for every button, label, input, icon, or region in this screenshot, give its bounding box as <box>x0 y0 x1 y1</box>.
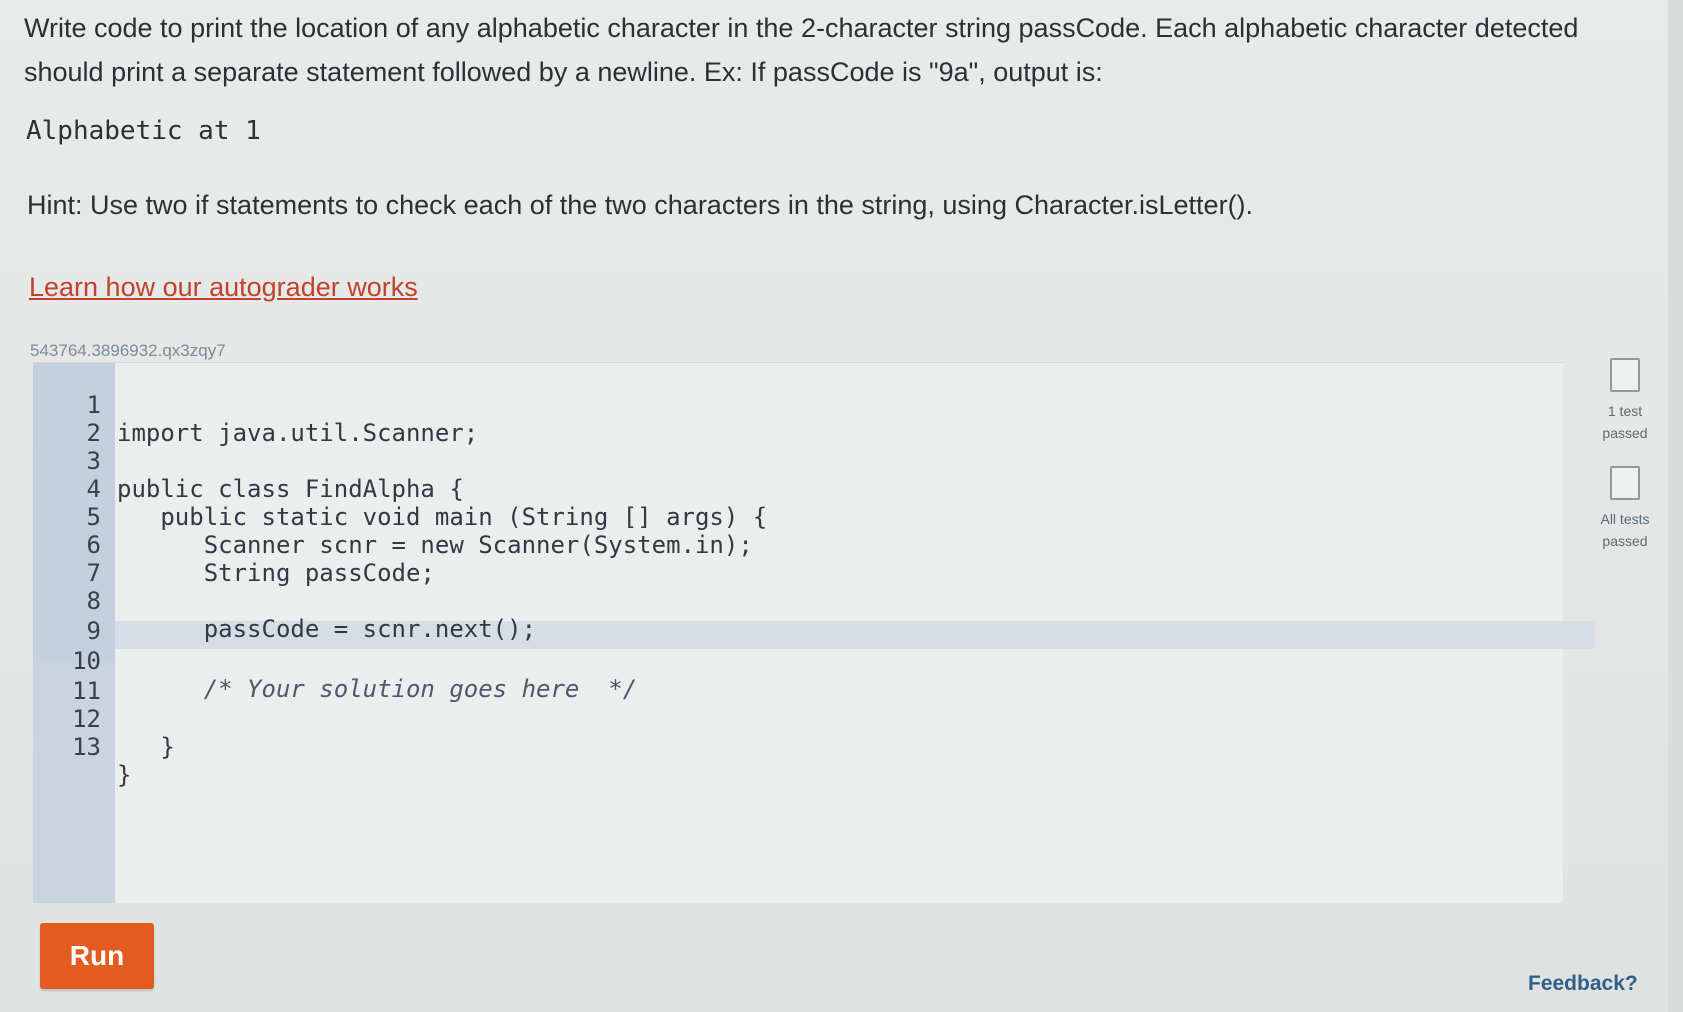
autograder-help-link[interactable]: Learn how our autograder works <box>29 272 418 303</box>
code-line-13[interactable]: 13 } <box>33 705 1533 789</box>
code-line-12[interactable]: 12 } <box>33 677 1533 761</box>
code-line-9[interactable]: 9 <box>33 589 1533 645</box>
problem-statement-line-2: should print a separate statement follow… <box>24 57 1103 87</box>
code-text[interactable]: } <box>117 733 174 761</box>
run-button[interactable]: Run <box>40 923 154 989</box>
code-line-6[interactable]: 6 String passCode; <box>33 503 1533 587</box>
problem-statement: Write code to print the location of any … <box>24 6 1624 94</box>
all-tests-checkbox-icon <box>1610 466 1640 500</box>
code-line-8[interactable]: 8 passCode = scnr.next(); <box>33 559 1533 643</box>
all-tests-label: All tests passed <box>1600 511 1650 549</box>
page-edge <box>1668 0 1683 1012</box>
code-line-1[interactable]: 1 import java.util.Scanner; <box>33 363 1533 447</box>
code-line-5[interactable]: 5 Scanner scnr = new Scanner(System.in); <box>33 475 1533 559</box>
challenge-id: 543764.3896932.qx3zqy7 <box>30 341 226 360</box>
code-line-11[interactable]: 11 <box>33 649 1533 705</box>
feedback-link[interactable]: Feedback? <box>1528 972 1638 996</box>
code-editor[interactable]: 1 import java.util.Scanner; 2 3 public c… <box>33 362 1595 903</box>
example-output: Alphabetic at 1 <box>26 116 261 146</box>
code-line-3[interactable]: 3 public class FindAlpha { <box>33 419 1533 503</box>
code-line-10[interactable]: 10 /* Your solution goes here */ <box>33 619 1533 703</box>
test-status-panel: 1 test passed All tests passed <box>1590 358 1660 552</box>
code-line-4[interactable]: 4 public static void main (String [] arg… <box>33 447 1533 531</box>
problem-statement-line-1: Write code to print the location of any … <box>24 13 1579 43</box>
line-number: 13 <box>72 733 101 761</box>
code-line-2[interactable]: 2 <box>33 391 1533 447</box>
one-test-checkbox-icon <box>1610 358 1640 392</box>
one-test-label: 1 test passed <box>1602 403 1648 441</box>
page: Write code to print the location of any … <box>0 0 1683 1012</box>
code-text[interactable]: } <box>117 761 131 789</box>
code-line-7[interactable]: 7 <box>33 531 1533 587</box>
hint-text: Hint: Use two if statements to check eac… <box>27 190 1254 220</box>
